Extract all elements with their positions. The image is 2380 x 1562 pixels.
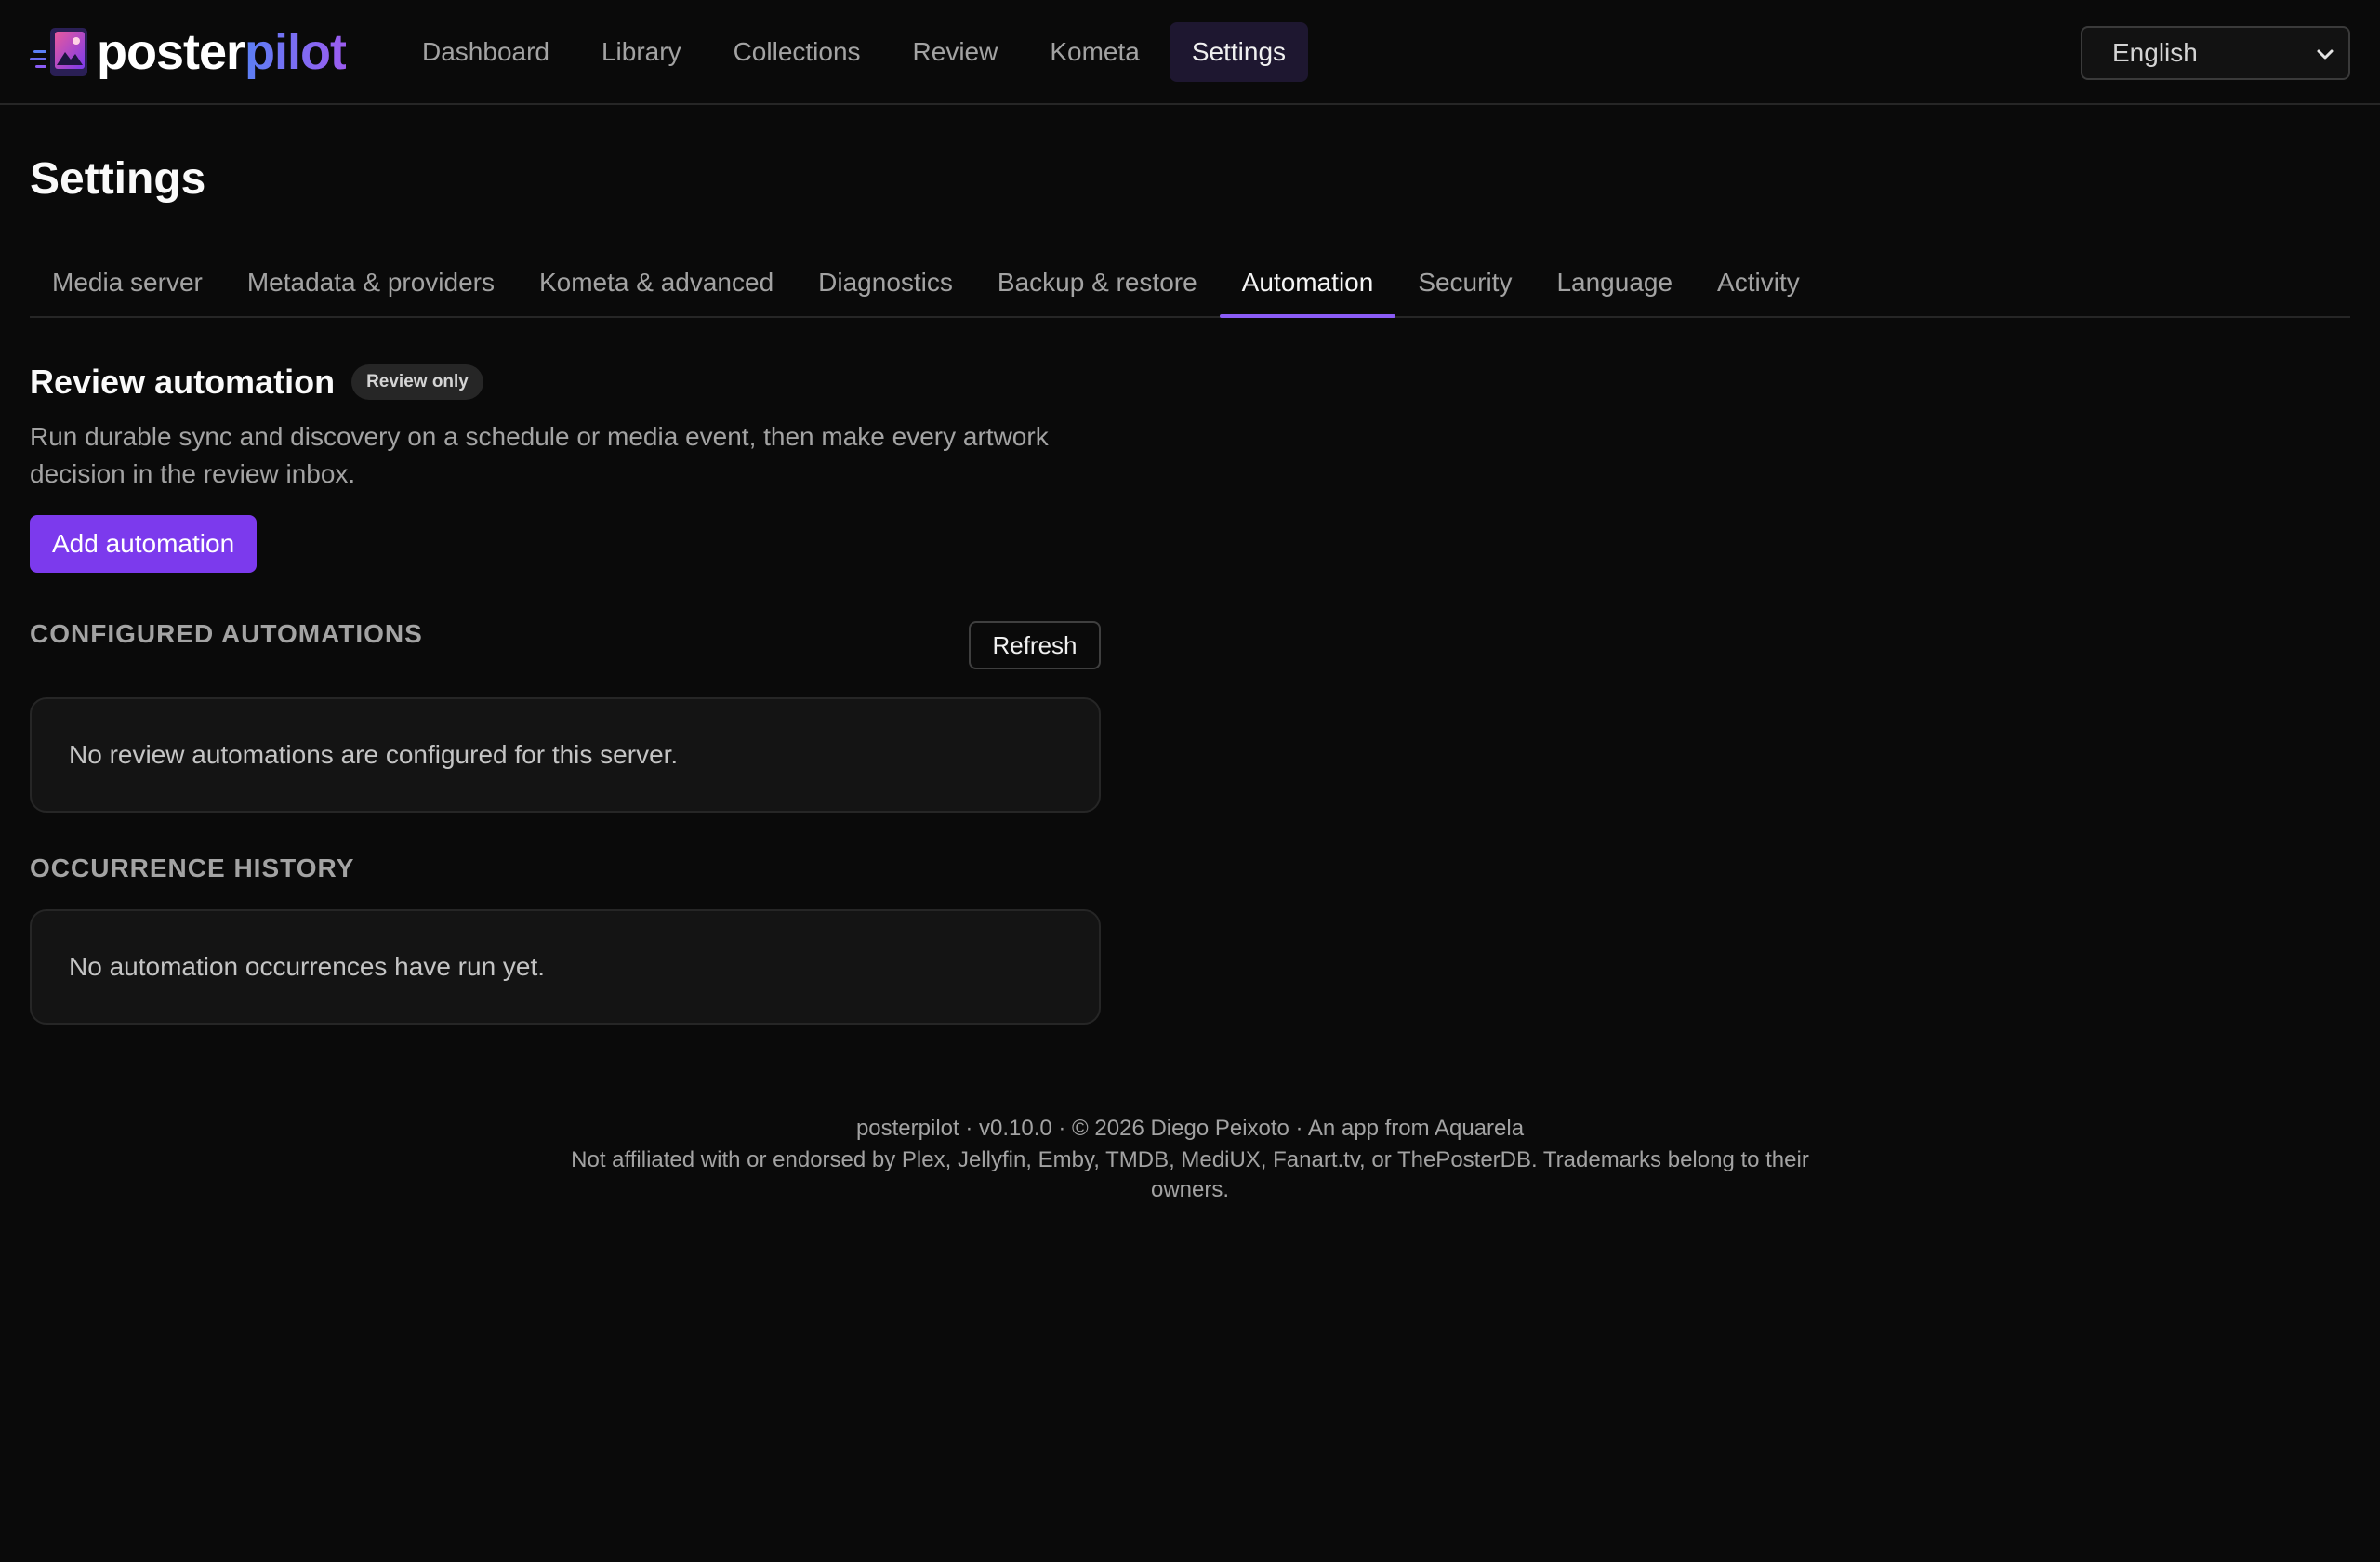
nav-collections[interactable]: Collections — [711, 22, 883, 82]
nav-settings[interactable]: Settings — [1169, 22, 1309, 82]
language-select[interactable]: English — [2081, 26, 2350, 80]
chevron-down-icon — [2317, 49, 2334, 60]
nav-dashboard[interactable]: Dashboard — [400, 22, 572, 82]
tab-backup-restore[interactable]: Backup & restore — [975, 249, 1220, 316]
nav-kometa[interactable]: Kometa — [1027, 22, 1162, 82]
configured-automations-empty-state: No review automations are configured for… — [30, 697, 1101, 813]
nav-review[interactable]: Review — [891, 22, 1021, 82]
section-header: Review automation Review only — [30, 363, 1101, 402]
tab-language[interactable]: Language — [1534, 249, 1695, 316]
tab-activity[interactable]: Activity — [1695, 249, 1822, 316]
main-nav: Dashboard Library Collections Review Kom… — [400, 22, 1309, 82]
tab-automation[interactable]: Automation — [1219, 249, 1396, 318]
section-title: Review automation — [30, 363, 336, 401]
configured-automations-heading: CONFIGURED AUTOMATIONS — [30, 619, 423, 648]
settings-tabs: Media server Metadata & providers Kometa… — [30, 251, 2350, 318]
language-select-value: English — [2112, 38, 2198, 67]
review-automation-section: Review automation Review only Run durabl… — [30, 363, 1101, 573]
page-title: Settings — [30, 154, 206, 204]
posterpilot-logo-icon — [30, 22, 97, 82]
top-navigation-bar: posterpilot Dashboard Library Collection… — [0, 0, 2380, 105]
occurrence-history-empty-state: No automation occurrences have run yet. — [30, 909, 1101, 1025]
tab-metadata-providers[interactable]: Metadata & providers — [225, 249, 517, 316]
tab-security[interactable]: Security — [1395, 249, 1534, 316]
tab-diagnostics[interactable]: Diagnostics — [796, 249, 975, 316]
tab-kometa-advanced[interactable]: Kometa & advanced — [517, 249, 796, 316]
footer-disclaimer: Not affiliated with or endorsed by Plex,… — [571, 1147, 1809, 1202]
status-badge: Review only — [351, 364, 483, 400]
refresh-button[interactable]: Refresh — [969, 621, 1101, 669]
footer: posterpilot · v0.10.0 · © 2026 Diego Pei… — [0, 1112, 2380, 1205]
section-description: Run durable sync and discovery on a sche… — [30, 422, 1049, 488]
app-logo[interactable]: posterpilot — [30, 22, 347, 82]
occurrence-history-heading: OCCURRENCE HISTORY — [30, 854, 355, 882]
tab-media-server[interactable]: Media server — [30, 249, 225, 316]
add-automation-button[interactable]: Add automation — [30, 515, 258, 573]
nav-library[interactable]: Library — [579, 22, 704, 82]
app-logo-text: posterpilot — [97, 24, 347, 80]
footer-credits: posterpilot · v0.10.0 · © 2026 Diego Pei… — [855, 1116, 1525, 1141]
